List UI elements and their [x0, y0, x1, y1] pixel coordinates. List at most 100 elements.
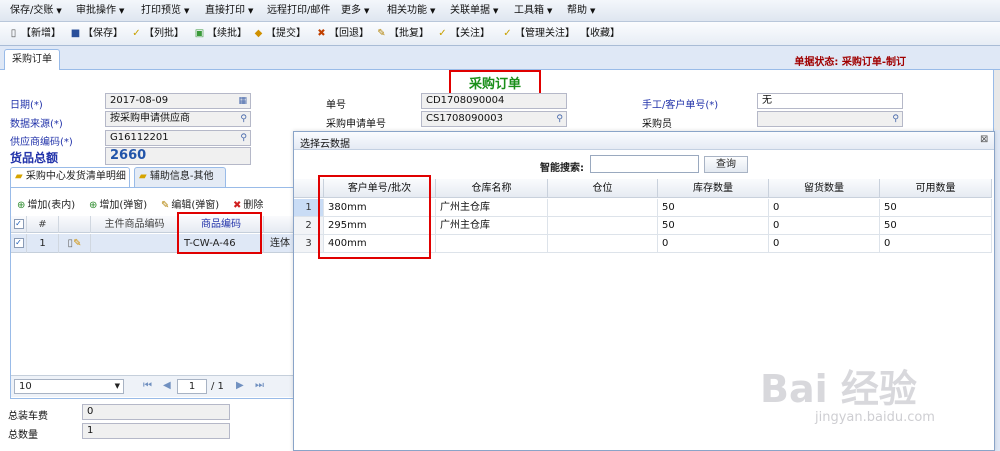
add-inline-button[interactable]: ⊕ 增加(表内): [17, 196, 75, 211]
add-icon: ⊕: [89, 200, 98, 211]
cell-stock[interactable]: 0: [658, 235, 769, 253]
menu-approval[interactable]: 审批操作 ▼: [76, 0, 124, 22]
order-no-label: 单号: [326, 100, 346, 111]
row-checkbox[interactable]: ✓: [11, 234, 27, 253]
menu-related-functions[interactable]: 相关功能 ▼: [387, 0, 435, 22]
search-icon[interactable]: ⚲: [892, 112, 899, 126]
follow-icon: ✓: [438, 28, 447, 39]
date-label: 日期(*): [10, 100, 43, 111]
source-label: 数据来源(*): [10, 119, 63, 130]
tab-shipping-detail[interactable]: ▰ 采购中心发货清单明细: [10, 167, 130, 187]
menu-print-preview[interactable]: 打印预览 ▼: [141, 0, 189, 22]
menu-related-docs[interactable]: 关联单据 ▼: [450, 0, 498, 22]
cell-bin[interactable]: [548, 199, 658, 217]
row-actions: ▯✎: [59, 234, 91, 253]
row-product-name: 连体: [270, 238, 290, 249]
menu-remote-print[interactable]: 远程打印/邮件: [267, 0, 330, 22]
list-approve-button[interactable]: ✓ 【列批】: [131, 25, 184, 43]
page-number-input[interactable]: 1: [177, 379, 207, 394]
next-page-icon[interactable]: ▶: [236, 380, 244, 391]
cell-reserved[interactable]: 0: [769, 235, 880, 253]
query-button[interactable]: 查询: [704, 156, 748, 173]
freight-field: 0: [82, 404, 230, 420]
date-field[interactable]: 2017-08-09 ▦: [105, 93, 251, 109]
summary-area: 总装车费 0 总数量 1: [0, 402, 294, 451]
add-popup-button[interactable]: ⊕ 增加(弹窗): [89, 196, 147, 211]
cell-available[interactable]: 0: [880, 235, 992, 253]
caret-down-icon: ▼: [547, 7, 553, 15]
page-title: 采购订单: [468, 77, 521, 92]
search-icon[interactable]: ⚲: [240, 112, 247, 126]
caret-down-icon: ▼: [248, 7, 254, 15]
search-icon[interactable]: ⚲: [240, 131, 247, 145]
new-button[interactable]: ▯ 【新增】: [8, 25, 61, 43]
cell-reserved[interactable]: 0: [769, 217, 880, 235]
cell-warehouse[interactable]: 广州主仓库: [436, 199, 548, 217]
calendar-icon[interactable]: ▦: [238, 94, 247, 108]
watermark-url: jingyan.baidu.com: [815, 410, 935, 425]
save-icon: ■: [70, 28, 81, 39]
cell-bin[interactable]: [548, 235, 658, 253]
prev-page-icon[interactable]: ◀: [163, 380, 171, 391]
request-no-field[interactable]: CS1708090003 ⚲: [421, 111, 567, 127]
close-icon[interactable]: ⊠: [980, 134, 988, 145]
cell-warehouse[interactable]: [436, 235, 548, 253]
supplier-field[interactable]: G16112201 ⚲: [105, 130, 251, 146]
source-field[interactable]: 按采购申请供应商 ⚲: [105, 111, 251, 127]
search-icon[interactable]: ⚲: [556, 112, 563, 126]
buyer-label: 采购员: [642, 119, 672, 130]
detail-toolbar: ⊕ 增加(表内) ⊕ 增加(弹窗) ✎ 编辑(弹窗) ✖ 删除: [11, 193, 294, 213]
col-actions: [59, 216, 91, 233]
buyer-field[interactable]: ⚲: [757, 111, 903, 127]
save-button[interactable]: ■ 【保存】: [70, 25, 123, 43]
menu-help[interactable]: 帮助 ▼: [567, 0, 595, 22]
menu-bar: 保存/交账 ▼ 审批操作 ▼ 打印预览 ▼ 直接打印 ▼ 远程打印/邮件 更多 ▼ 相关功…: [0, 0, 1000, 22]
tab-aux-info[interactable]: ▰ 辅助信息-其他: [134, 167, 226, 187]
menu-direct-print[interactable]: 直接打印 ▼: [205, 0, 253, 22]
cell-available[interactable]: 50: [880, 199, 992, 217]
continue-approve-button[interactable]: ▣ 【续批】: [194, 25, 247, 43]
reply-button[interactable]: ✎ 【批复】: [376, 25, 429, 43]
manage-follow-icon: ✓: [503, 28, 512, 39]
request-no-label: 采购申请单号: [326, 119, 386, 130]
qty-field: 1: [82, 423, 230, 439]
product-code-highlight-box: [177, 212, 262, 254]
menu-more[interactable]: 更多 ▼: [341, 0, 369, 22]
total-amount-label: 货品总额: [10, 151, 59, 165]
order-no-field[interactable]: CD1708090004: [421, 93, 567, 109]
edit-popup-button[interactable]: ✎ 编辑(弹窗): [161, 196, 219, 211]
last-page-icon[interactable]: ⏭: [255, 380, 264, 391]
tab-purchase-order[interactable]: 采购订单: [4, 49, 60, 71]
edit-icon[interactable]: ✎: [73, 238, 81, 249]
follow-button[interactable]: ✓ 【关注】: [437, 25, 490, 43]
cell-warehouse[interactable]: 广州主仓库: [436, 217, 548, 235]
reply-icon: ✎: [377, 28, 386, 39]
delete-button[interactable]: ✖ 删除: [233, 196, 263, 211]
rollback-icon: ✖: [317, 28, 326, 39]
caret-down-icon: ▼: [114, 382, 120, 390]
page-size-select[interactable]: 10 ▼: [14, 379, 124, 394]
cell-available[interactable]: 50: [880, 217, 992, 235]
submit-button[interactable]: ◆ 【提交】: [253, 25, 306, 43]
dialog-header: [294, 132, 994, 150]
menu-toolbox[interactable]: 工具箱 ▼: [514, 0, 552, 22]
caret-down-icon: ▼: [430, 7, 436, 15]
first-page-icon[interactable]: ⏮: [143, 380, 152, 391]
favorite-button[interactable]: 【收藏】: [580, 25, 620, 43]
cell-stock[interactable]: 50: [658, 199, 769, 217]
smart-search-input[interactable]: [590, 155, 699, 173]
manage-follow-button[interactable]: ✓ 【管理关注】: [502, 25, 575, 43]
manual-no-field[interactable]: 无: [757, 93, 903, 109]
rollback-button[interactable]: ✖ 【回退】: [316, 25, 369, 43]
add-icon: ⊕: [17, 200, 26, 211]
scrollbar[interactable]: [994, 70, 1000, 130]
cell-stock[interactable]: 50: [658, 217, 769, 235]
menu-save-account[interactable]: 保存/交账 ▼: [10, 0, 62, 22]
cell-bin[interactable]: [548, 217, 658, 235]
smart-search-label: 智能搜索:: [540, 163, 584, 174]
edit-icon: ✎: [161, 200, 170, 211]
select-all-checkbox[interactable]: ✓: [11, 216, 27, 233]
caret-down-icon: ▼: [184, 7, 190, 15]
cell-reserved[interactable]: 0: [769, 199, 880, 217]
submit-icon: ◆: [254, 28, 263, 39]
